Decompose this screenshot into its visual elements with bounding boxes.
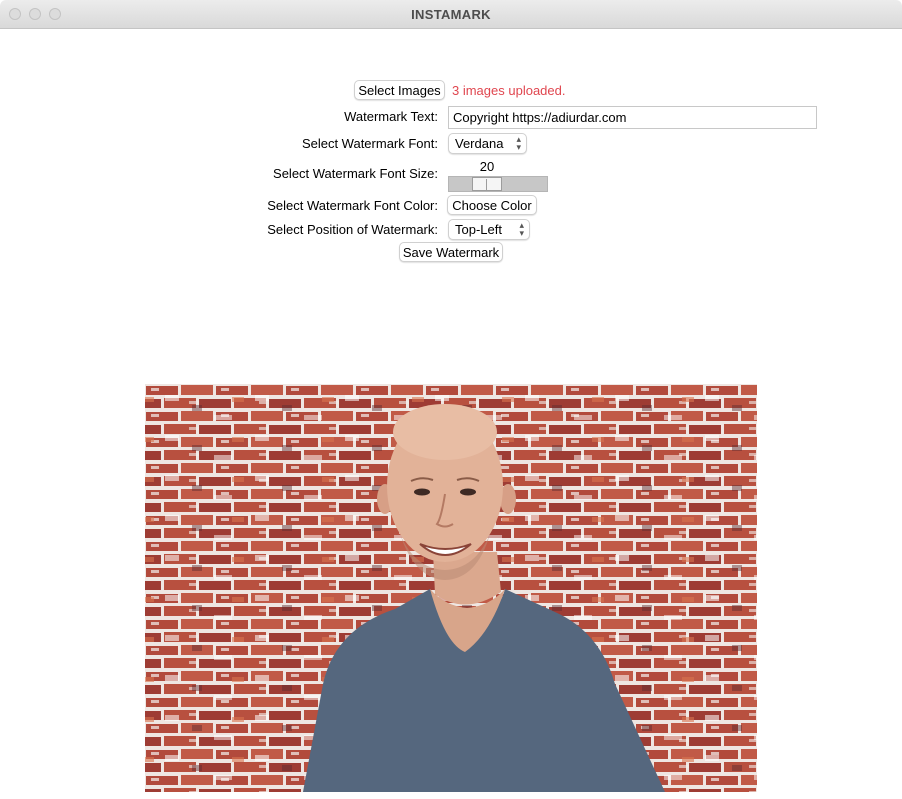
watermark-font-select[interactable]: Verdana ▴ ▾	[448, 133, 527, 154]
font-size-slider-thumb[interactable]	[472, 177, 502, 191]
choose-color-button[interactable]: Choose Color	[447, 195, 537, 215]
watermark-font-color-label: Select Watermark Font Color:	[267, 198, 438, 213]
watermark-position-select[interactable]: Top-Left ▴ ▾	[448, 219, 530, 240]
watermark-text-label: Watermark Text:	[344, 109, 438, 124]
app-window: INSTAMARK Select Images 3 images uploade…	[0, 0, 902, 799]
slider-grip-line	[486, 179, 487, 190]
select-images-button[interactable]: Select Images	[354, 80, 445, 100]
save-watermark-button[interactable]: Save Watermark	[399, 242, 503, 262]
preview-image	[145, 384, 757, 792]
watermark-position-value: Top-Left	[455, 222, 502, 237]
title-bar: INSTAMARK	[0, 0, 902, 29]
portrait-photo	[145, 384, 757, 792]
watermark-text-input[interactable]	[448, 106, 817, 129]
window-title: INSTAMARK	[411, 7, 491, 22]
font-size-value: 20	[479, 159, 495, 174]
up-down-chevron-icon: ▴ ▾	[516, 134, 521, 152]
watermark-font-label: Select Watermark Font:	[301, 136, 438, 151]
watermark-font-value: Verdana	[455, 136, 504, 151]
upload-status-text: 3 images uploaded.	[452, 83, 566, 98]
watermark-position-label: Select Position of Watermark:	[267, 222, 438, 237]
watermark-font-size-label: Select Watermark Font Size:	[273, 166, 438, 181]
up-down-chevron-icon: ▴ ▾	[519, 220, 524, 238]
